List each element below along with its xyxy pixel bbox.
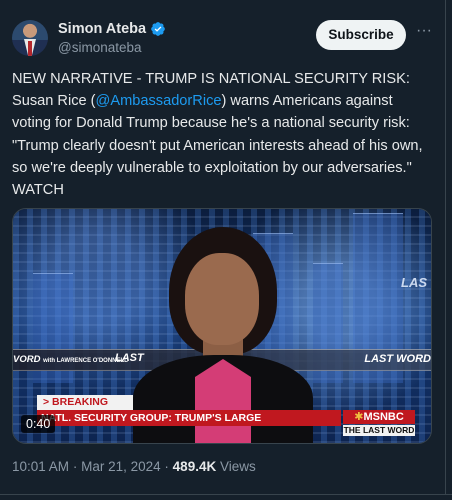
verified-badge-icon: [151, 22, 165, 36]
breaking-news-label: > BREAKING NEWS: [37, 395, 133, 423]
author-name[interactable]: Simon Ateba: [58, 21, 146, 37]
tweet-text: NEW NARRATIVE - TRUMP IS NATIONAL SECURI…: [12, 68, 432, 201]
meta-separator: ·: [72, 459, 78, 474]
network-logo: ✱MSNBC: [343, 410, 415, 424]
chyron: NATL. SECURITY GROUP: TRUMP'S LARGE: [37, 410, 341, 426]
tweet-time[interactable]: 10:01 AM: [12, 459, 69, 474]
network-logo-text: MSNBC: [363, 411, 404, 423]
speaker-blouse: [195, 359, 251, 443]
meta-separator: ·: [164, 459, 169, 474]
video-timer: 0:40: [21, 415, 56, 433]
tweet-header: Simon Ateba @simonateba Subscribe ···: [12, 18, 438, 58]
wall-text: LAS: [401, 275, 427, 290]
avatar-tie: [28, 41, 32, 56]
tweet-date[interactable]: Mar 21, 2024: [81, 459, 161, 474]
divider-right: [445, 0, 446, 500]
author-name-row: Simon Ateba: [58, 21, 166, 37]
show-banner-left-text: VORD: [13, 354, 41, 365]
views-label: Views: [219, 459, 256, 474]
divider-bottom: [0, 494, 452, 500]
mention-link[interactable]: @AmbassadorRice: [96, 93, 222, 109]
tweet-meta: 10:01 AM · Mar 21, 2024 · 489.4K Views: [12, 459, 256, 474]
video-player[interactable]: LAS VORD with LAWRENCE O'DONNELL LAST LA…: [12, 208, 432, 444]
more-options-icon[interactable]: ···: [414, 23, 434, 44]
author-handle[interactable]: @simonateba: [58, 40, 142, 55]
speaker-face: [185, 253, 259, 345]
views-count: 489.4K: [172, 459, 217, 474]
show-tag: THE LAST WORD: [343, 425, 415, 436]
show-banner-left: VORD with LAWRENCE O'DONNELL: [13, 354, 128, 365]
show-banner-right: LAST WORD: [364, 353, 431, 365]
subscribe-button[interactable]: Subscribe: [316, 20, 406, 50]
avatar[interactable]: [12, 20, 48, 56]
